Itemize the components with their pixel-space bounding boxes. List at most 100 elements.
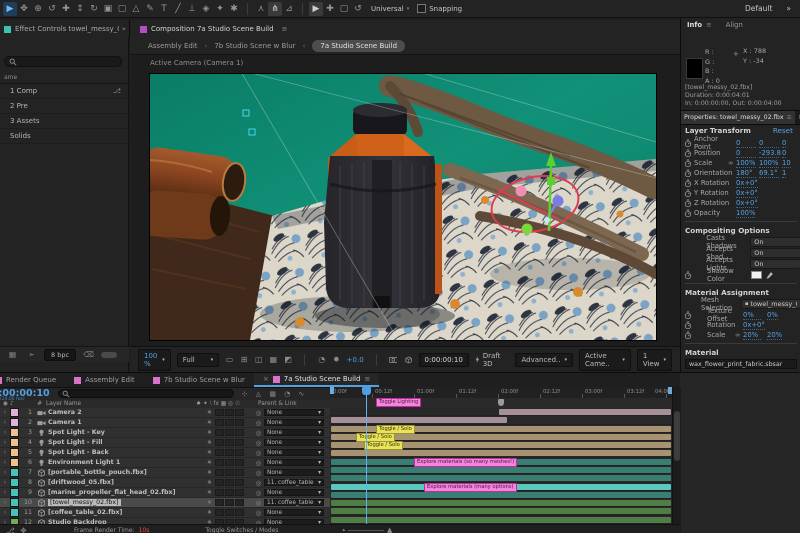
scrollbar-thumb[interactable] (674, 411, 680, 461)
pickwhip-icon[interactable]: ◎ (253, 409, 264, 417)
stopwatch-icon[interactable] (684, 149, 692, 158)
advanced-3d-dropdown[interactable]: Advanced..▾ (515, 353, 573, 367)
active-camera-dropdown[interactable]: Active Came..▾ (579, 349, 631, 371)
shy-icon[interactable]: ♠ (204, 429, 215, 436)
layer-duration-bar[interactable] (331, 492, 671, 498)
casts-shadows-dropdown[interactable]: On (750, 237, 800, 247)
view-layout-dropdown[interactable]: 1 View▾ (637, 349, 672, 371)
shy-icon[interactable]: ♠ (204, 409, 215, 416)
workspace-selector[interactable]: Default (745, 4, 772, 13)
type-tool-icon[interactable]: T (157, 2, 171, 16)
layer-color-swatch[interactable] (10, 408, 19, 417)
axis-mode-local-icon[interactable]: ⋏ (254, 2, 268, 16)
exposure-value[interactable]: +0.0 (347, 356, 364, 364)
layer-row[interactable]: ›6Environment Light 1♠◎None▾ (0, 458, 330, 468)
stopwatch-icon[interactable] (684, 271, 692, 280)
layer-row[interactable]: ›8[driftwood_05.fbx]♠◎11. coffee_table▾ (0, 478, 330, 488)
parent-dropdown[interactable]: 11. coffee_table▾ (264, 479, 324, 486)
layer-duration-bar[interactable] (331, 517, 671, 523)
layer-name[interactable]: Spot Light - Key (48, 429, 204, 436)
tab-align[interactable]: Align (726, 21, 743, 29)
orbit-camera-tool-icon[interactable]: ↺ (45, 2, 59, 16)
gizmo-scale-icon[interactable]: ▢ (337, 2, 351, 16)
layer-marker[interactable]: Toggle / Solo (364, 441, 403, 450)
viewport-image[interactable] (150, 74, 656, 340)
layer-name[interactable]: Spot Light - Fill (48, 439, 204, 446)
transform-reset-button[interactable]: Reset (773, 126, 793, 135)
layer-color-swatch[interactable] (10, 498, 19, 507)
axis-mode-world-icon[interactable]: ⋔ (268, 2, 282, 16)
layer-bar-row[interactable]: Explore materials (so many meshes!) (330, 458, 672, 466)
layer-bar-row[interactable] (330, 474, 672, 482)
timeline-view-icons[interactable]: ⊹ ◬ ▦ ◔ ∿ (242, 390, 308, 398)
layer-bar-row[interactable] (330, 466, 672, 474)
accepts-lights-dropdown[interactable]: On (750, 259, 800, 269)
tab-info[interactable]: Info (687, 21, 702, 29)
layer-duration-bar[interactable] (331, 450, 671, 456)
zoom-out-mountain-icon[interactable]: ▴ (343, 527, 346, 533)
selection-tool-icon[interactable]: ▶ (3, 2, 17, 16)
roto-brush-tool-icon[interactable]: ✦ (213, 2, 227, 16)
layer-duration-bar[interactable] (331, 467, 671, 473)
layer-duration-bar[interactable] (331, 508, 671, 514)
layer-bar-row[interactable] (330, 516, 672, 524)
project-name-column-header[interactable]: ame (0, 74, 129, 84)
layer-color-swatch[interactable] (10, 438, 19, 447)
gizmo-select-icon[interactable]: ▶ (309, 2, 323, 16)
layer-name[interactable]: Camera 2 (48, 409, 204, 416)
shy-icon[interactable]: ♠ (204, 489, 215, 496)
column-number[interactable]: # (26, 401, 42, 407)
layer-row[interactable]: ›4Spot Light - Fill♠◎None▾ (0, 438, 330, 448)
stopwatch-icon[interactable] (684, 209, 692, 218)
shy-icon[interactable]: ♠ (204, 449, 215, 456)
tab-properties[interactable]: Properties: towel_messy_02.fbx≡ (681, 111, 795, 124)
axis-mode-view-icon[interactable]: ⊿ (282, 2, 296, 16)
parent-dropdown[interactable]: None▾ (264, 439, 324, 446)
stopwatch-icon[interactable] (684, 139, 692, 148)
parent-dropdown[interactable]: None▾ (264, 409, 324, 416)
drag-hand-icon[interactable]: ✥ (17, 526, 30, 533)
proxy-icon[interactable]: ➣ (25, 350, 38, 359)
layer-bar-row[interactable] (330, 408, 672, 416)
universal-dropdown[interactable]: Universal▾ (371, 5, 409, 13)
tab-composition[interactable]: Composition 7a Studio Scene Build (151, 25, 274, 33)
tab-overflow-button[interactable]: » (119, 25, 129, 33)
layer-marker[interactable]: Explore materials (so many meshes!) (414, 458, 517, 467)
layer-color-swatch[interactable] (10, 418, 19, 427)
transparency-grid-icon[interactable]: ▦ (269, 355, 278, 364)
layer-color-swatch[interactable] (10, 428, 19, 437)
project-bit-depth-button[interactable]: 8 bpc (44, 349, 76, 361)
link-scale-icon[interactable]: ∞ (735, 331, 743, 339)
breadcrumb-assembly-edit[interactable]: Assembly Edit (148, 42, 198, 50)
layer-marker[interactable]: Explore materials (many options) (424, 483, 517, 492)
polygon-tool-icon[interactable]: △ (129, 2, 143, 16)
column-layer-name[interactable]: Layer Name (46, 401, 196, 407)
guides-icon[interactable]: ◫ (254, 355, 263, 364)
tab-7a-studio-active[interactable]: ×7a Studio Scene Build≡ (254, 373, 379, 387)
timeline-scrollbar[interactable] (672, 387, 681, 533)
zoom-tool-icon[interactable]: ⊕ (31, 2, 45, 16)
layer-color-swatch[interactable] (10, 458, 19, 467)
layer-row-selected[interactable]: ›10[towel_messy_02.fbx]♠◎11. coffee_tabl… (0, 498, 330, 508)
pickwhip-icon[interactable]: ◎ (253, 509, 264, 517)
shy-icon[interactable]: ♠ (204, 469, 215, 476)
eyedropper-icon[interactable] (765, 271, 774, 280)
layer-row[interactable]: ›3Spot Light - Key♠◎None▾ (0, 428, 330, 438)
close-icon[interactable]: × (263, 375, 269, 383)
mask-visibility-icon[interactable]: ◩ (284, 355, 293, 364)
gizmo-rotate-icon[interactable]: ↺ (351, 2, 365, 16)
shadow-color-swatch[interactable] (751, 271, 762, 279)
zoom-in-mountain-icon[interactable]: ▲ (387, 526, 392, 533)
shy-icon[interactable]: ♠ (204, 459, 215, 466)
project-item-pre-folder[interactable]: 2 Pre (0, 99, 129, 114)
rectangle-tool-icon[interactable]: ▢ (115, 2, 129, 16)
layer-bar-row[interactable] (330, 491, 672, 499)
breadcrumb-7b-studio[interactable]: 7b Studio Scene w Blur (214, 42, 295, 50)
shy-icon[interactable]: ♠ (204, 509, 215, 516)
pickwhip-icon[interactable]: ◎ (253, 479, 264, 487)
grid-options-icon[interactable]: ⊞ (240, 355, 249, 364)
comp-marker-plain[interactable] (498, 399, 504, 406)
stopwatch-icon[interactable] (684, 199, 692, 208)
layer-name[interactable]: [driftwood_05.fbx] (48, 479, 204, 486)
accepts-shadows-dropdown[interactable]: On (750, 248, 800, 258)
